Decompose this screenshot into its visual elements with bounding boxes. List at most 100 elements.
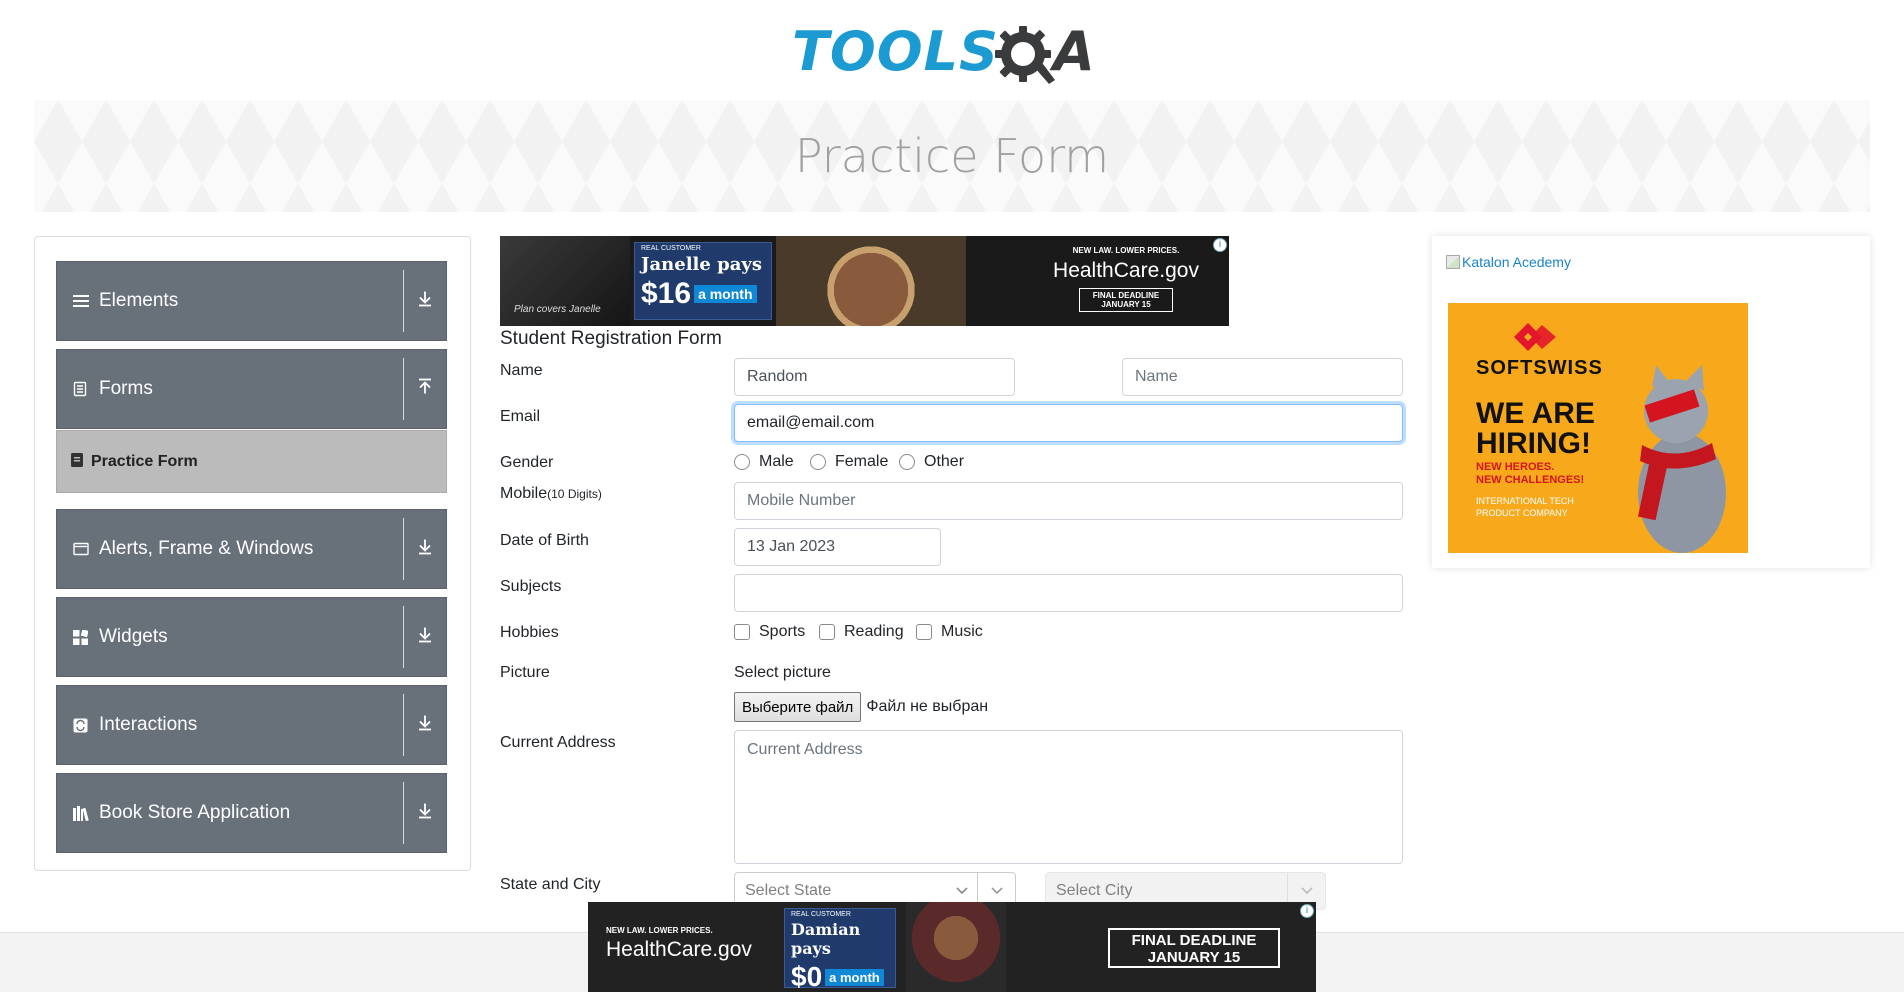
choose-file-button[interactable]: Выберите файл	[734, 692, 862, 722]
cat-illustration	[1616, 363, 1736, 553]
ad-info-icon[interactable]: i	[1300, 904, 1314, 918]
subjects-input[interactable]	[734, 574, 1403, 612]
ad-footnote-text: PRODUCT COMPANY	[1476, 508, 1568, 518]
sidebar-group-interactions[interactable]: Interactions	[56, 685, 447, 765]
sidebar-item-label: Practice Form	[91, 452, 198, 470]
download-arrow-icon[interactable]	[414, 714, 436, 737]
first-name-input[interactable]: Random	[734, 358, 1015, 396]
ad-people-photo	[776, 236, 966, 326]
ad-brand: SOFTSWISS	[1476, 357, 1603, 379]
gender-label: Gender	[500, 454, 554, 471]
ad-name: Damian pays	[791, 920, 861, 958]
healthcare-ad-bottom[interactable]: NEW LAW. LOWER PRICES. HealthCare.gov RE…	[588, 902, 1316, 992]
mobile-input[interactable]: Mobile Number	[734, 482, 1403, 520]
sidebar-group-widgets[interactable]: Widgets	[56, 597, 447, 677]
ad-caption: Plan covers Janelle	[514, 304, 601, 315]
ad-deadline-line: JANUARY 15	[1147, 949, 1241, 966]
sidebar-group-alerts[interactable]: Alerts, Frame & Windows	[56, 509, 447, 589]
email-label: Email	[500, 408, 541, 425]
checkbox[interactable]	[916, 624, 932, 640]
picture-label: Picture	[500, 664, 550, 681]
gear-magnifier-icon	[994, 24, 1057, 86]
ad-price: $0	[791, 961, 823, 992]
radio-button[interactable]	[734, 454, 750, 470]
ad-headline-line: WE ARE	[1476, 397, 1595, 430]
last-name-input[interactable]: Name	[1122, 358, 1403, 396]
city-select-value: Select City	[1056, 882, 1133, 899]
ad-info-icon[interactable]: i	[1213, 238, 1227, 252]
katalon-link[interactable]: Katalon Acedemy	[1446, 254, 1571, 270]
katalon-link-text: Katalon Acedemy	[1462, 254, 1571, 270]
hobby-checkbox-music[interactable]: Music	[916, 623, 983, 641]
checkbox[interactable]	[734, 624, 750, 640]
widgets-icon	[73, 629, 95, 645]
ad-brand: HealthCare.gov	[1053, 259, 1199, 282]
download-arrow-icon[interactable]	[414, 626, 436, 649]
file-upload: Выберите файл Файл не выбран	[734, 692, 988, 722]
radio-button[interactable]	[899, 454, 915, 470]
select-picture-label: Select picture	[734, 664, 831, 681]
softswiss-ad[interactable]: SOFTSWISS WE ARE HIRING! NEW HEROES. NEW…	[1448, 303, 1748, 553]
ad-deadline: FINAL DEADLINE JANUARY 15	[1108, 928, 1280, 968]
sidebar-group-label: Forms	[99, 378, 153, 399]
download-arrow-icon[interactable]	[414, 538, 436, 561]
toolsqa-logo[interactable]: TOOLS A	[792, 16, 1122, 90]
ad-price-panel: REAL CUSTOMER Janelle pays $16 a month	[634, 242, 772, 320]
ad-price: $16	[641, 277, 692, 310]
gender-radio-male[interactable]: Male	[734, 453, 794, 471]
upload-arrow-icon[interactable]	[414, 378, 436, 401]
right-ad-panel: Katalon Acedemy SOFTSWISS WE ARE HIRING!…	[1432, 236, 1870, 568]
softswiss-logo-icon	[1514, 323, 1556, 356]
sidebar-group-elements[interactable]: Elements	[56, 261, 447, 341]
radio-button[interactable]	[810, 454, 826, 470]
broken-image-icon	[1446, 255, 1460, 269]
download-arrow-icon[interactable]	[414, 802, 436, 825]
list-icon	[73, 294, 95, 308]
sidebar-group-label: Elements	[99, 290, 179, 311]
mobile-label: Mobile(10 Digits)	[500, 485, 602, 503]
ad-headline-line: HIRING!	[1476, 427, 1591, 460]
file-status: Файл не выбран	[866, 698, 989, 715]
sidebar-group-forms[interactable]: Forms	[56, 349, 447, 429]
mobile-hint: (10 Digits)	[547, 487, 602, 501]
radio-label: Female	[835, 453, 889, 470]
book-icon	[73, 805, 95, 821]
ad-law: NEW LAW. LOWER PRICES.	[1072, 246, 1180, 255]
dob-label: Date of Birth	[500, 532, 589, 549]
sidebar-group-book-store[interactable]: Book Store Application	[56, 773, 447, 853]
ad-price-panel: REAL CUSTOMER Damian pays $0 a month	[784, 908, 896, 992]
checkbox-label: Reading	[844, 623, 904, 640]
sidebar-group-label: Book Store Application	[99, 802, 291, 823]
current-address-textarea[interactable]: Current Address	[734, 730, 1403, 864]
sidebar-item-practice-form[interactable]: Practice Form	[56, 430, 447, 493]
ad-per: a month	[825, 968, 884, 986]
divider	[403, 518, 404, 580]
hobby-checkbox-reading[interactable]: Reading	[819, 623, 904, 641]
gender-radio-other[interactable]: Other	[899, 453, 964, 471]
healthcare-ad-top[interactable]: Plan covers Janelle REAL CUSTOMER Janell…	[500, 236, 1229, 326]
email-input[interactable]: email@email.com	[734, 404, 1403, 442]
ad-brand-block: NEW LAW. LOWER PRICES. HealthCare.gov FI…	[1036, 246, 1216, 312]
ad-footnote-text: INTERNATIONAL TECH	[1476, 496, 1574, 506]
page-title: Practice Form	[794, 129, 1110, 183]
download-arrow-icon[interactable]	[414, 290, 436, 313]
radio-label: Other	[924, 453, 965, 470]
mobile-label-text: Mobile	[500, 485, 548, 502]
ad-headline: WE ARE HIRING!	[1476, 399, 1595, 459]
dob-input[interactable]: 13 Jan 2023	[734, 528, 941, 566]
subjects-label: Subjects	[500, 578, 562, 595]
ad-name: Janelle pays	[641, 254, 762, 275]
interactions-icon	[73, 718, 95, 733]
sidebar-group-label: Interactions	[99, 714, 198, 735]
ad-tag: REAL CUSTOMER	[791, 911, 851, 918]
hobby-checkbox-sports[interactable]: Sports	[734, 623, 805, 641]
ad-subline-text: NEW HEROES.	[1476, 461, 1555, 473]
ad-brand-block: NEW LAW. LOWER PRICES. HealthCare.gov	[606, 926, 766, 962]
checkbox[interactable]	[819, 624, 835, 640]
hobbies-label: Hobbies	[500, 624, 559, 641]
ad-deadline: FINAL DEADLINE JANUARY 15	[1079, 288, 1173, 312]
state-city-label: State and City	[500, 876, 601, 893]
gender-radio-female[interactable]: Female	[810, 453, 888, 471]
divider	[403, 782, 404, 844]
checkbox-label: Music	[941, 623, 983, 640]
